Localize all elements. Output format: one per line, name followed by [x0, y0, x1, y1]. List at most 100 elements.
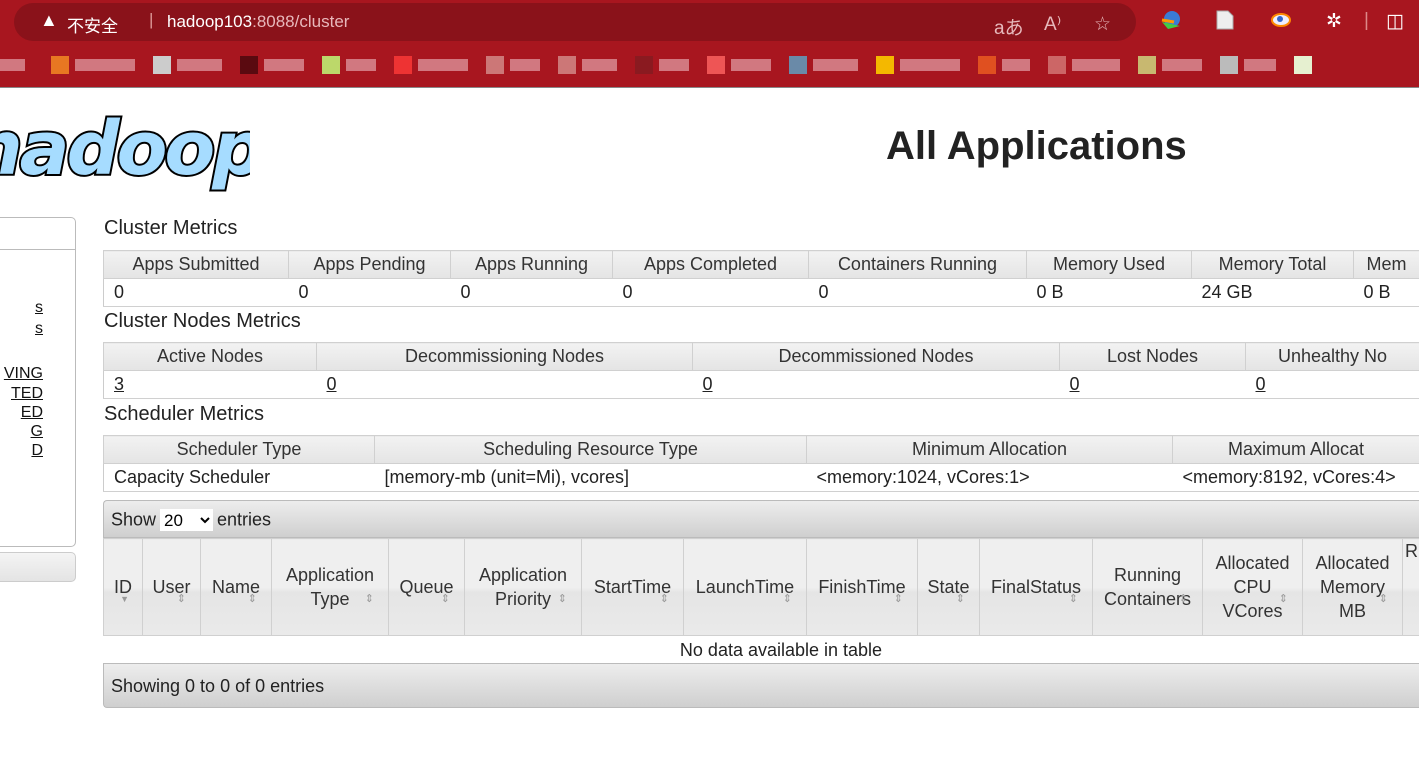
url[interactable]: hadoop103:8088/cluster — [167, 12, 349, 32]
hadoop-logo[interactable]: hadoop — [0, 104, 268, 197]
column-header[interactable]: Queue ⇕ — [388, 538, 465, 636]
metric-link[interactable]: 0 — [327, 374, 337, 394]
sort-icon[interactable]: ⇕ — [1279, 587, 1288, 611]
sidebar-link[interactable]: s — [35, 320, 43, 338]
bookmark-icon[interactable] — [978, 56, 996, 74]
bookmark-icon[interactable] — [1220, 56, 1238, 74]
sort-icon[interactable]: ⇕ — [1379, 587, 1388, 611]
column-header: Apps Submitted — [103, 250, 289, 279]
column-header[interactable]: User ⇕ — [142, 538, 201, 636]
bookmark-label — [582, 59, 617, 71]
column-header[interactable]: FinalStatus ⇕ — [979, 538, 1093, 636]
bookmark-icon[interactable] — [789, 56, 807, 74]
sort-icon[interactable]: ⇕ — [558, 587, 567, 611]
column-header[interactable]: FinishTime ⇕ — [806, 538, 918, 636]
metric-value: 0 — [808, 278, 1027, 307]
metric-value: 0 B — [1353, 278, 1419, 307]
bookmark-icon[interactable] — [1048, 56, 1066, 74]
bookmark-icon[interactable] — [394, 56, 412, 74]
bookmark-icon[interactable] — [153, 56, 171, 74]
column-header: Apps Completed — [612, 250, 809, 279]
bookmark-icon[interactable] — [558, 56, 576, 74]
sidebar-header[interactable] — [0, 218, 75, 250]
extensions-icon[interactable]: ✲ — [1326, 10, 1342, 33]
read-aloud-translate-icon[interactable]: aあ — [994, 13, 1024, 40]
cluster-metrics-title: Cluster Metrics — [104, 217, 238, 239]
sort-icon[interactable]: ⇕ — [248, 587, 257, 611]
address-bar[interactable]: ▲ 不安全 | hadoop103:8088/cluster aあ A⁾ ☆ — [14, 3, 1136, 41]
scheduler-metrics-table: Scheduler Type Scheduling Resource Type Mi… — [103, 435, 1419, 492]
sidebar-link[interactable]: G — [31, 423, 43, 441]
bookmark-icon[interactable] — [635, 56, 653, 74]
metric-link[interactable]: 0 — [703, 374, 713, 394]
bookmark-icon[interactable] — [240, 56, 258, 74]
column-header[interactable]: Name ⇕ — [200, 538, 272, 636]
bookmark-icon[interactable] — [707, 56, 725, 74]
metric-link[interactable]: 3 — [114, 374, 124, 394]
bookmark-icon[interactable] — [1294, 56, 1312, 74]
bookmark-label — [1162, 59, 1202, 71]
bookmark-icon[interactable] — [876, 56, 894, 74]
bookmark-label — [177, 59, 222, 71]
bookmark-icon[interactable] — [322, 56, 340, 74]
metric-value: 0 — [1245, 370, 1419, 399]
sort-icon[interactable]: ⇕ — [177, 587, 186, 611]
metric-link[interactable]: 0 — [1256, 374, 1266, 394]
sidebar-tools[interactable] — [0, 552, 76, 582]
column-header-label: R — [1405, 541, 1418, 561]
column-header[interactable]: LaunchTime ⇕ — [683, 538, 807, 636]
column-header: Memory Used — [1026, 250, 1192, 279]
column-header[interactable]: ID ▼ — [103, 538, 143, 636]
column-header[interactable]: StartTime ⇕ — [581, 538, 684, 636]
metric-value: 3 — [103, 370, 317, 399]
sidebar-link[interactable]: s — [35, 299, 43, 317]
metric-value: Capacity Scheduler — [103, 463, 375, 492]
svg-text:hadoop: hadoop — [0, 112, 250, 192]
column-header: Active Nodes — [103, 342, 317, 371]
bookmark-label — [813, 59, 858, 71]
sort-icon[interactable]: ⇕ — [1179, 587, 1188, 611]
column-header: Maximum Allocat — [1172, 435, 1419, 464]
page-size-select[interactable]: 20 — [160, 509, 214, 531]
metric-link[interactable]: 0 — [1070, 374, 1080, 394]
column-header[interactable]: R — [1402, 538, 1419, 636]
metric-value: 0 — [692, 370, 1060, 399]
metric-value: 0 B — [1026, 278, 1192, 307]
column-header[interactable]: Application Type ⇕ — [271, 538, 389, 636]
column-header[interactable]: Allocated Memory MB ⇕ — [1302, 538, 1403, 636]
scheduler-metrics-title: Scheduler Metrics — [104, 403, 265, 425]
column-header[interactable]: Allocated CPU VCores ⇕ — [1202, 538, 1303, 636]
bookmark-icon[interactable] — [51, 56, 69, 74]
empty-table-message: No data available in table — [679, 640, 883, 660]
favorite-star-icon[interactable]: ☆ — [1094, 13, 1111, 36]
split-screen-icon[interactable]: ◫ — [1386, 10, 1404, 33]
insecure-label[interactable]: 不安全 — [67, 12, 118, 37]
sort-icon[interactable]: ⇕ — [783, 587, 792, 611]
metric-value: <memory:8192, vCores:4> — [1172, 463, 1419, 492]
sort-icon[interactable]: ⇕ — [1069, 587, 1078, 611]
sort-icon[interactable]: ⇕ — [660, 587, 669, 611]
bookmark-icon[interactable] — [486, 56, 504, 74]
browser-extension-icon[interactable] — [1270, 10, 1292, 36]
sort-desc-icon[interactable]: ▼ — [120, 587, 129, 611]
sort-icon[interactable]: ⇕ — [441, 587, 450, 611]
column-header[interactable]: Application Priority ⇕ — [464, 538, 582, 636]
document-icon[interactable] — [1216, 10, 1234, 36]
bookmark-label — [659, 59, 689, 71]
sort-icon[interactable]: ⇕ — [894, 587, 903, 611]
sort-icon[interactable]: ⇕ — [365, 587, 374, 611]
column-header[interactable]: State ⇕ — [917, 538, 980, 636]
download-manager-icon[interactable] — [1160, 10, 1182, 36]
column-header: Unhealthy No — [1245, 342, 1419, 371]
bookmark-icon[interactable] — [1138, 56, 1156, 74]
bookmark[interactable] — [0, 59, 25, 71]
column-header[interactable]: Running Containers ⇕ — [1092, 538, 1203, 636]
sidebar-link[interactable]: ED — [21, 404, 43, 422]
sidebar-link[interactable]: D — [31, 442, 43, 460]
sidebar-link[interactable]: VING — [4, 365, 43, 383]
metric-value: 0 — [103, 278, 289, 307]
sidebar-link[interactable]: TED — [11, 385, 43, 403]
bookmark-label — [1244, 59, 1276, 71]
read-aloud-icon[interactable]: A⁾ — [1044, 13, 1061, 36]
sort-icon[interactable]: ⇕ — [956, 587, 965, 611]
